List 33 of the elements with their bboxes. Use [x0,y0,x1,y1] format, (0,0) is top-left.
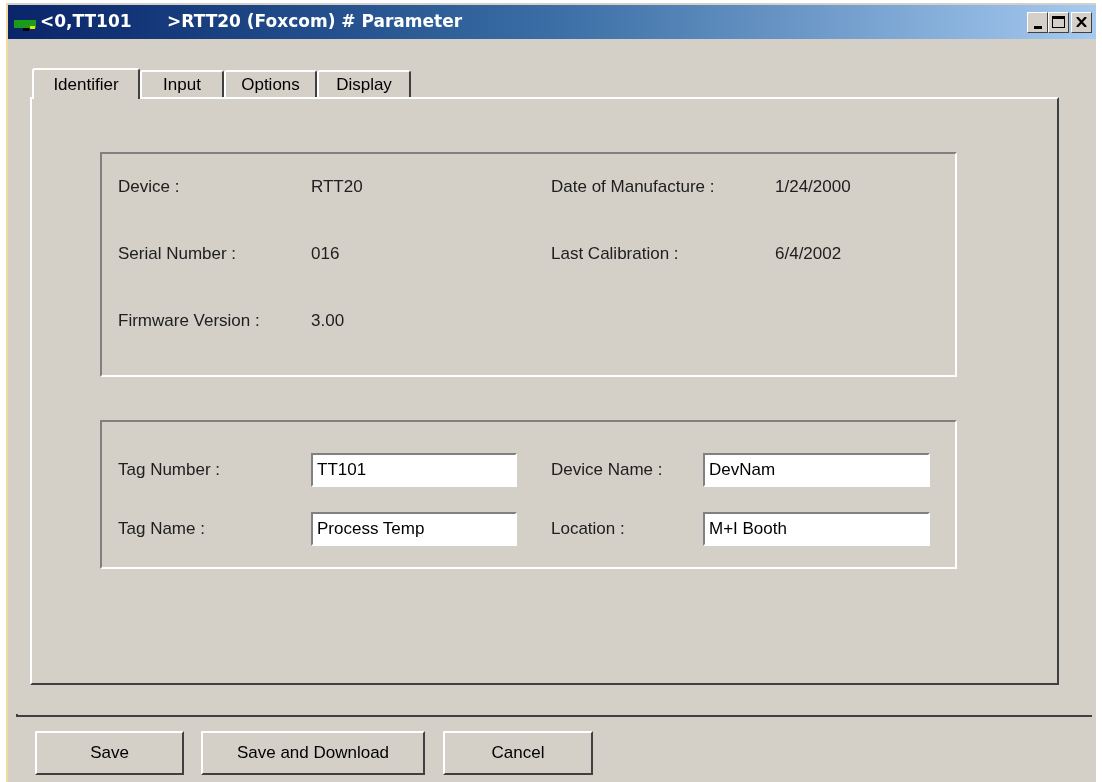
field-label: Serial Number : [118,243,238,266]
field-label: Tag Number : [118,459,222,482]
minimize-icon [1033,25,1042,29]
field-label: Location : [551,518,626,541]
field-label: Tag Name : [118,518,206,541]
field-label: Device Name : [551,459,664,482]
dialog-button[interactable]: Cancel [443,731,593,775]
dialog-button[interactable]: Save and Download [201,731,425,775]
field-value: 1/24/2000 [775,176,852,199]
maximize-icon [1052,16,1065,28]
tab[interactable]: Identifier [32,68,140,99]
field-label: Date of Manufacture : [551,176,716,199]
tab[interactable]: Display [317,70,411,97]
minimize-button[interactable] [1027,11,1048,33]
field-value: 3.00 [311,310,346,333]
field-value: 016 [311,243,341,266]
tab[interactable]: Options [224,70,317,97]
field-value: RTT20 [311,176,364,199]
close-icon [1076,17,1087,27]
window-title: <0,TT101 >RTT20 (Foxcom) # Parameter [40,10,463,34]
field-label: Firmware Version : [118,310,261,333]
tab[interactable]: Input [140,70,224,97]
input-field[interactable]: DevNam [703,453,930,487]
field-value: 6/4/2002 [775,243,843,266]
close-button[interactable] [1071,11,1092,33]
input-field[interactable]: Process Temp [311,512,517,546]
input-field[interactable]: M+I Booth [703,512,930,546]
dialog-button[interactable]: Save [35,731,184,775]
input-field[interactable]: TT101 [311,453,517,487]
circuit-board-icon [14,19,36,31]
maximize-button[interactable] [1048,11,1069,33]
field-label: Device : [118,176,181,199]
field-label: Last Calibration : [551,243,680,266]
